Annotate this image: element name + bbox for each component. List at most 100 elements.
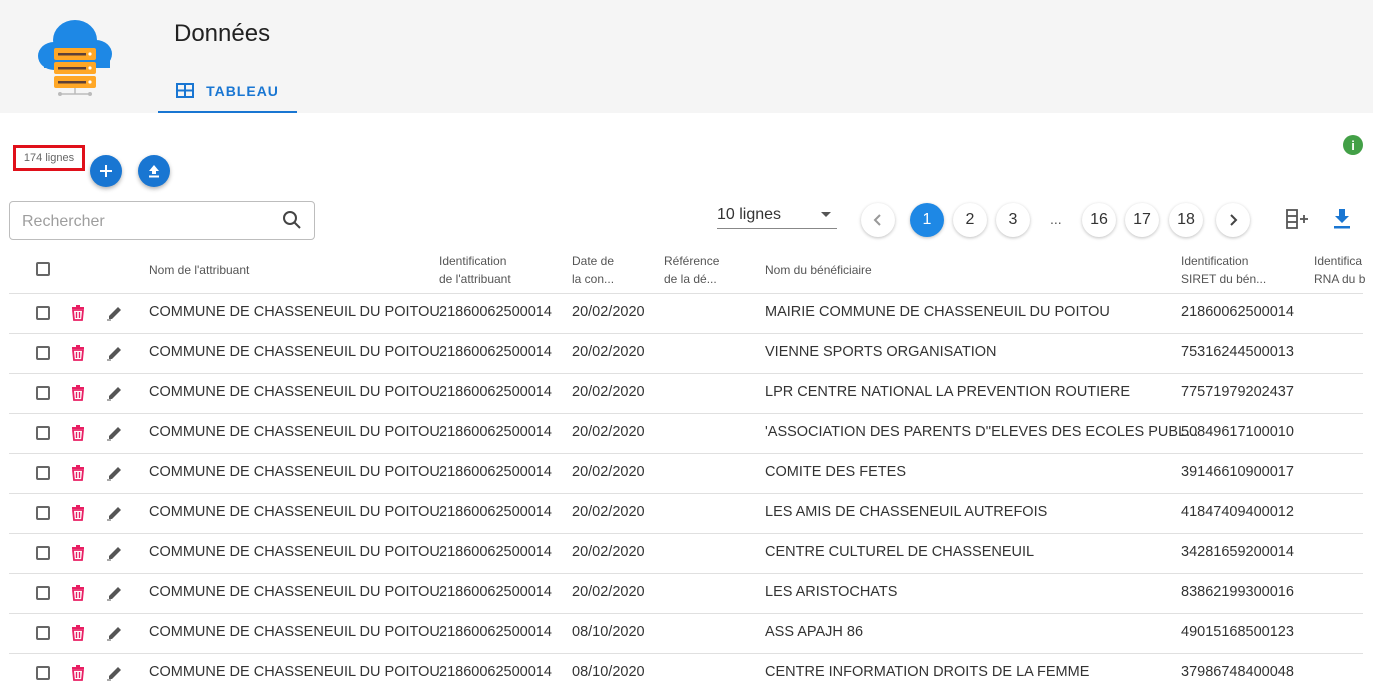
page-button-2[interactable]: 2: [953, 203, 987, 237]
edit-icon[interactable]: [107, 545, 123, 566]
tab-tableau[interactable]: TABLEAU: [158, 70, 297, 113]
caret-down-icon: [821, 212, 831, 217]
page-button-3[interactable]: 3: [996, 203, 1030, 237]
cloud-server-logo: [38, 20, 112, 96]
cell-id-attribuant: 21860062500014: [439, 424, 552, 440]
page-button-17[interactable]: 17: [1125, 203, 1159, 237]
column-header-rna[interactable]: Identifica RNA du b: [1314, 252, 1373, 288]
header-divider: [9, 293, 1363, 294]
page-size-select[interactable]: 10 lignes: [717, 206, 837, 229]
tab-label: TABLEAU: [206, 82, 279, 99]
column-header-attribuant[interactable]: Nom de l'attribuant: [149, 261, 249, 279]
chevron-right-icon: [1230, 214, 1238, 226]
cell-date: 08/10/2020: [572, 664, 645, 680]
delete-icon[interactable]: [71, 585, 85, 606]
cell-attribuant: COMMUNE DE CHASSENEUIL DU POITOU: [149, 544, 440, 560]
cell-siret: 49015168500123: [1181, 624, 1294, 640]
cell-siret: 41847409400012: [1181, 504, 1294, 520]
row-divider: [9, 573, 1363, 574]
column-header-date[interactable]: Date de la con...: [572, 252, 614, 288]
column-header-beneficiaire[interactable]: Nom du bénéficiaire: [765, 261, 872, 279]
cell-beneficiaire: CENTRE CULTUREL DE CHASSENEUIL: [765, 544, 1035, 560]
upload-button[interactable]: [138, 155, 170, 187]
page-button-18[interactable]: 18: [1169, 203, 1203, 237]
row-checkbox[interactable]: [36, 506, 50, 520]
delete-icon[interactable]: [71, 505, 85, 526]
cell-id-attribuant: 21860062500014: [439, 384, 552, 400]
row-checkbox[interactable]: [36, 586, 50, 600]
cell-date: 20/02/2020: [572, 464, 645, 480]
edit-icon[interactable]: [107, 505, 123, 526]
row-divider: [9, 453, 1363, 454]
table-icon: [176, 83, 195, 98]
edit-icon[interactable]: [107, 425, 123, 446]
cell-beneficiaire: CENTRE INFORMATION DROITS DE LA FEMME: [765, 664, 1090, 680]
edit-icon[interactable]: [107, 345, 123, 366]
row-checkbox[interactable]: [36, 546, 50, 560]
cell-date: 20/02/2020: [572, 584, 645, 600]
add-icon: [100, 165, 112, 177]
page-button-1[interactable]: 1: [910, 203, 944, 237]
row-checkbox[interactable]: [36, 346, 50, 360]
cell-beneficiaire: LES AMIS DE CHASSENEUIL AUTREFOIS: [765, 504, 1048, 520]
cell-beneficiaire: LES ARISTOCHATS: [765, 584, 898, 600]
edit-icon[interactable]: [107, 625, 123, 646]
cell-siret: 37986748400048: [1181, 664, 1294, 680]
pagination-prev-button[interactable]: [861, 203, 895, 237]
row-checkbox[interactable]: [36, 426, 50, 440]
row-divider: [9, 653, 1363, 654]
column-header-reference[interactable]: Référence de la dé...: [664, 252, 719, 288]
delete-icon[interactable]: [71, 305, 85, 326]
search-input[interactable]: [20, 210, 274, 234]
cell-id-attribuant: 21860062500014: [439, 544, 552, 560]
delete-icon[interactable]: [71, 665, 85, 686]
cell-beneficiaire: MAIRIE COMMUNE DE CHASSENEUIL DU POITOU: [765, 304, 1110, 320]
row-checkbox[interactable]: [36, 386, 50, 400]
row-count-badge: 174 lignes: [13, 145, 85, 171]
cell-attribuant: COMMUNE DE CHASSENEUIL DU POITOU: [149, 624, 440, 640]
delete-icon[interactable]: [71, 385, 85, 406]
row-checkbox[interactable]: [36, 466, 50, 480]
row-divider: [9, 533, 1363, 534]
cell-attribuant: COMMUNE DE CHASSENEUIL DU POITOU: [149, 584, 440, 600]
download-button[interactable]: [1328, 205, 1356, 233]
row-checkbox[interactable]: [36, 666, 50, 680]
app-header: Données TABLEAU: [0, 0, 1373, 113]
cell-attribuant: COMMUNE DE CHASSENEUIL DU POITOU: [149, 664, 440, 680]
select-all-checkbox[interactable]: [36, 262, 50, 276]
cell-attribuant: COMMUNE DE CHASSENEUIL DU POITOU: [149, 464, 440, 480]
edit-icon[interactable]: [107, 385, 123, 406]
cell-date: 20/02/2020: [572, 384, 645, 400]
cell-siret: 34281659200014: [1181, 544, 1294, 560]
cell-siret: 21860062500014: [1181, 304, 1294, 320]
cell-id-attribuant: 21860062500014: [439, 504, 552, 520]
info-icon[interactable]: i: [1343, 135, 1363, 155]
search-icon[interactable]: [282, 210, 302, 230]
add-row-button[interactable]: [90, 155, 122, 187]
page-title: Données: [174, 20, 271, 47]
edit-icon[interactable]: [107, 305, 123, 326]
column-header-id-attribuant[interactable]: Identification de l'attribuant: [439, 252, 511, 288]
chevron-left-icon: [873, 214, 881, 226]
add-column-button[interactable]: [1284, 205, 1312, 233]
row-checkbox[interactable]: [36, 306, 50, 320]
delete-icon[interactable]: [71, 345, 85, 366]
column-header-siret[interactable]: Identification SIRET du bén...: [1181, 252, 1266, 288]
delete-icon[interactable]: [71, 425, 85, 446]
edit-icon[interactable]: [107, 585, 123, 606]
cell-date: 08/10/2020: [572, 624, 645, 640]
search-field[interactable]: [9, 201, 315, 240]
delete-icon[interactable]: [71, 625, 85, 646]
edit-icon[interactable]: [107, 465, 123, 486]
pagination-next-button[interactable]: [1216, 203, 1250, 237]
row-checkbox[interactable]: [36, 626, 50, 640]
page-button-16[interactable]: 16: [1082, 203, 1116, 237]
page-size-value: 10 lignes: [717, 206, 782, 223]
upload-icon: [149, 165, 159, 178]
cell-attribuant: COMMUNE DE CHASSENEUIL DU POITOU: [149, 304, 440, 320]
delete-icon[interactable]: [71, 465, 85, 486]
edit-icon[interactable]: [107, 665, 123, 686]
cell-id-attribuant: 21860062500014: [439, 664, 552, 680]
delete-icon[interactable]: [71, 545, 85, 566]
cell-attribuant: COMMUNE DE CHASSENEUIL DU POITOU: [149, 424, 440, 440]
